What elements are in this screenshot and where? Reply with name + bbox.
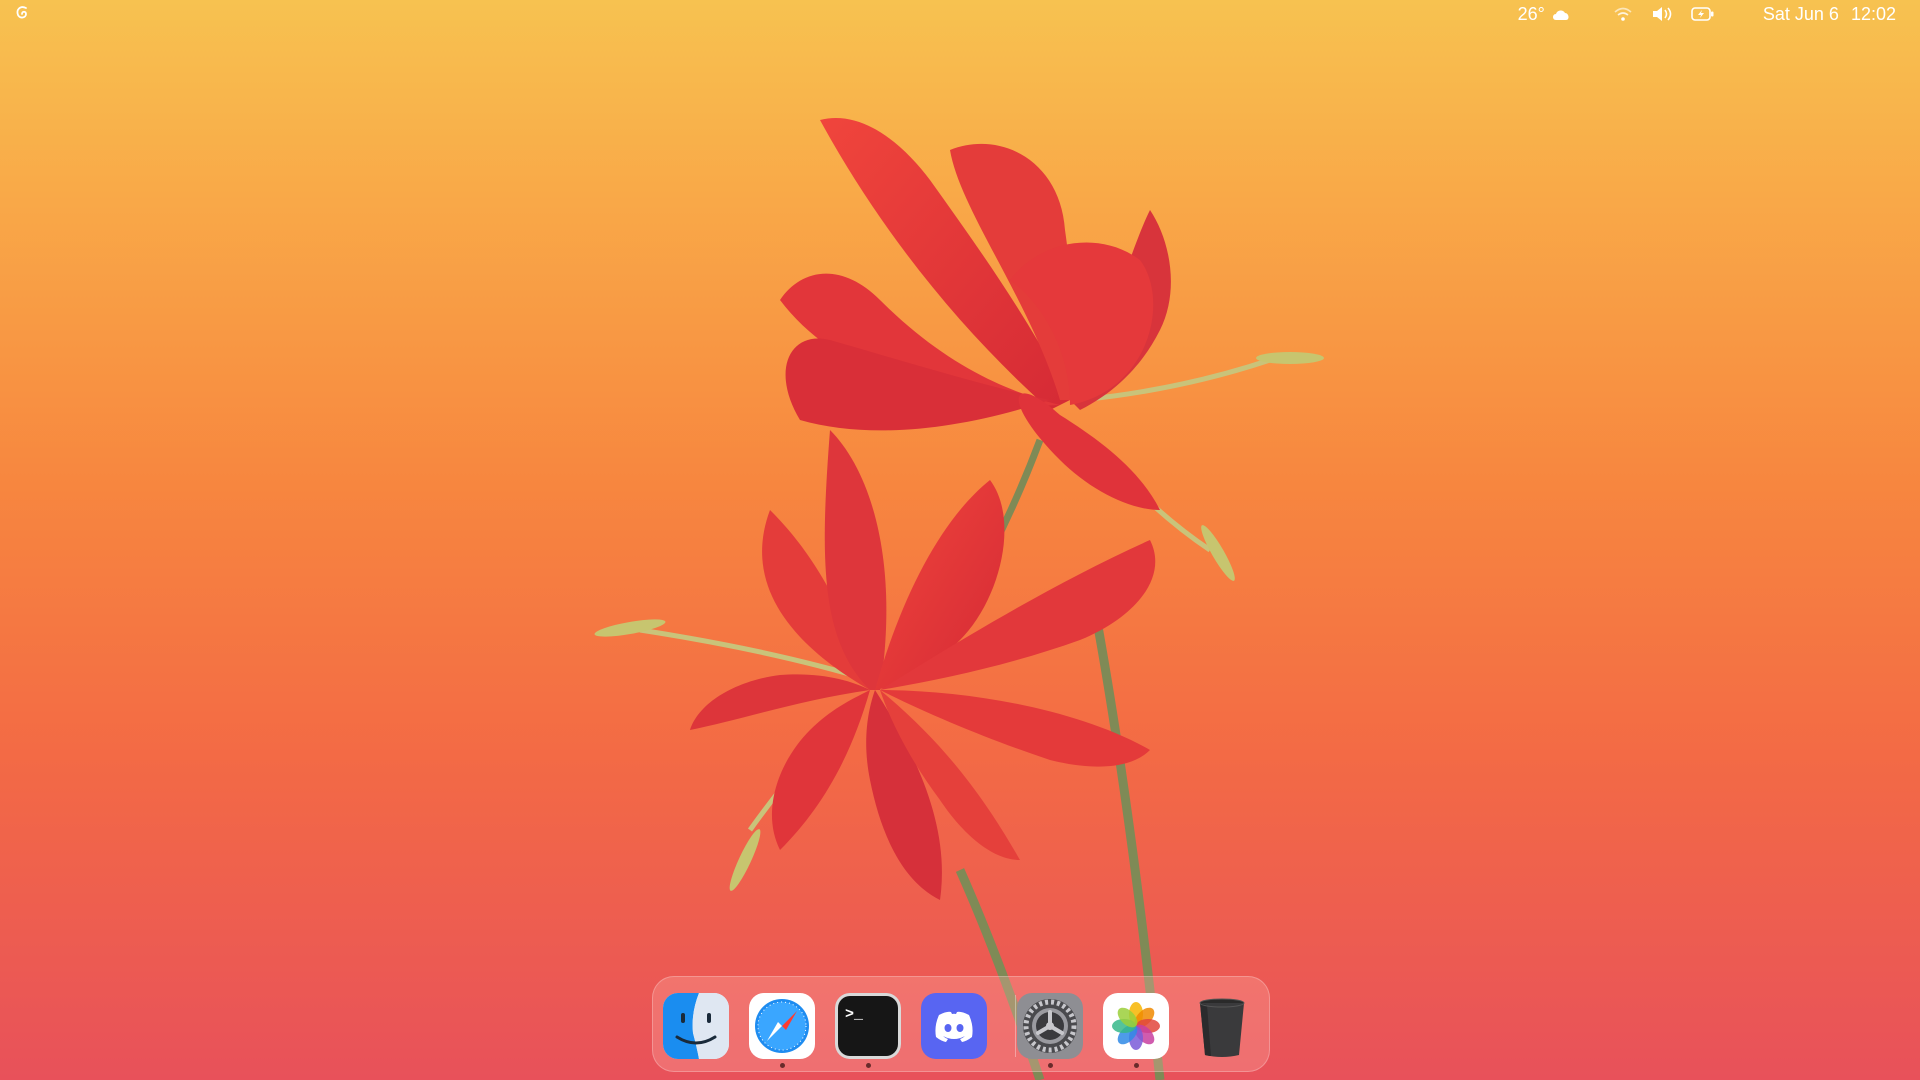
safari-icon[interactable] xyxy=(749,993,815,1059)
dock-separator xyxy=(1015,995,1016,1057)
photos-running-indicator xyxy=(1134,1063,1139,1068)
terminal-running-indicator xyxy=(866,1063,871,1068)
desktop: 26° Sat Jun 6 12:02 >_ xyxy=(0,0,1920,1080)
wallpaper-flower xyxy=(594,118,1324,1080)
settings-running-indicator xyxy=(1048,1063,1053,1068)
trash-icon[interactable] xyxy=(1189,993,1255,1059)
menubar-date[interactable]: Sat Jun 6 xyxy=(1763,4,1839,25)
discord-icon[interactable] xyxy=(921,993,987,1059)
volume-icon[interactable] xyxy=(1651,5,1675,23)
debian-swirl-icon[interactable] xyxy=(12,3,34,25)
terminal-icon[interactable]: >_ xyxy=(835,993,901,1059)
weather-temp[interactable]: 26° xyxy=(1518,4,1545,25)
photos-icon[interactable] xyxy=(1103,993,1169,1059)
wifi-icon[interactable] xyxy=(1613,6,1633,22)
menubar-time[interactable]: 12:02 xyxy=(1851,4,1896,25)
status-area: 26° Sat Jun 6 12:02 xyxy=(1518,0,1920,28)
dock: >_ xyxy=(652,976,1270,1072)
safari-running-indicator xyxy=(780,1063,785,1068)
battery-charging-icon[interactable] xyxy=(1691,7,1715,21)
finder-icon[interactable] xyxy=(663,993,729,1059)
menu-bar: 26° Sat Jun 6 12:02 xyxy=(0,0,1920,28)
svg-text:>_: >_ xyxy=(845,1006,864,1023)
cloud-icon[interactable] xyxy=(1551,7,1571,21)
settings-gear-icon[interactable] xyxy=(1017,993,1083,1059)
